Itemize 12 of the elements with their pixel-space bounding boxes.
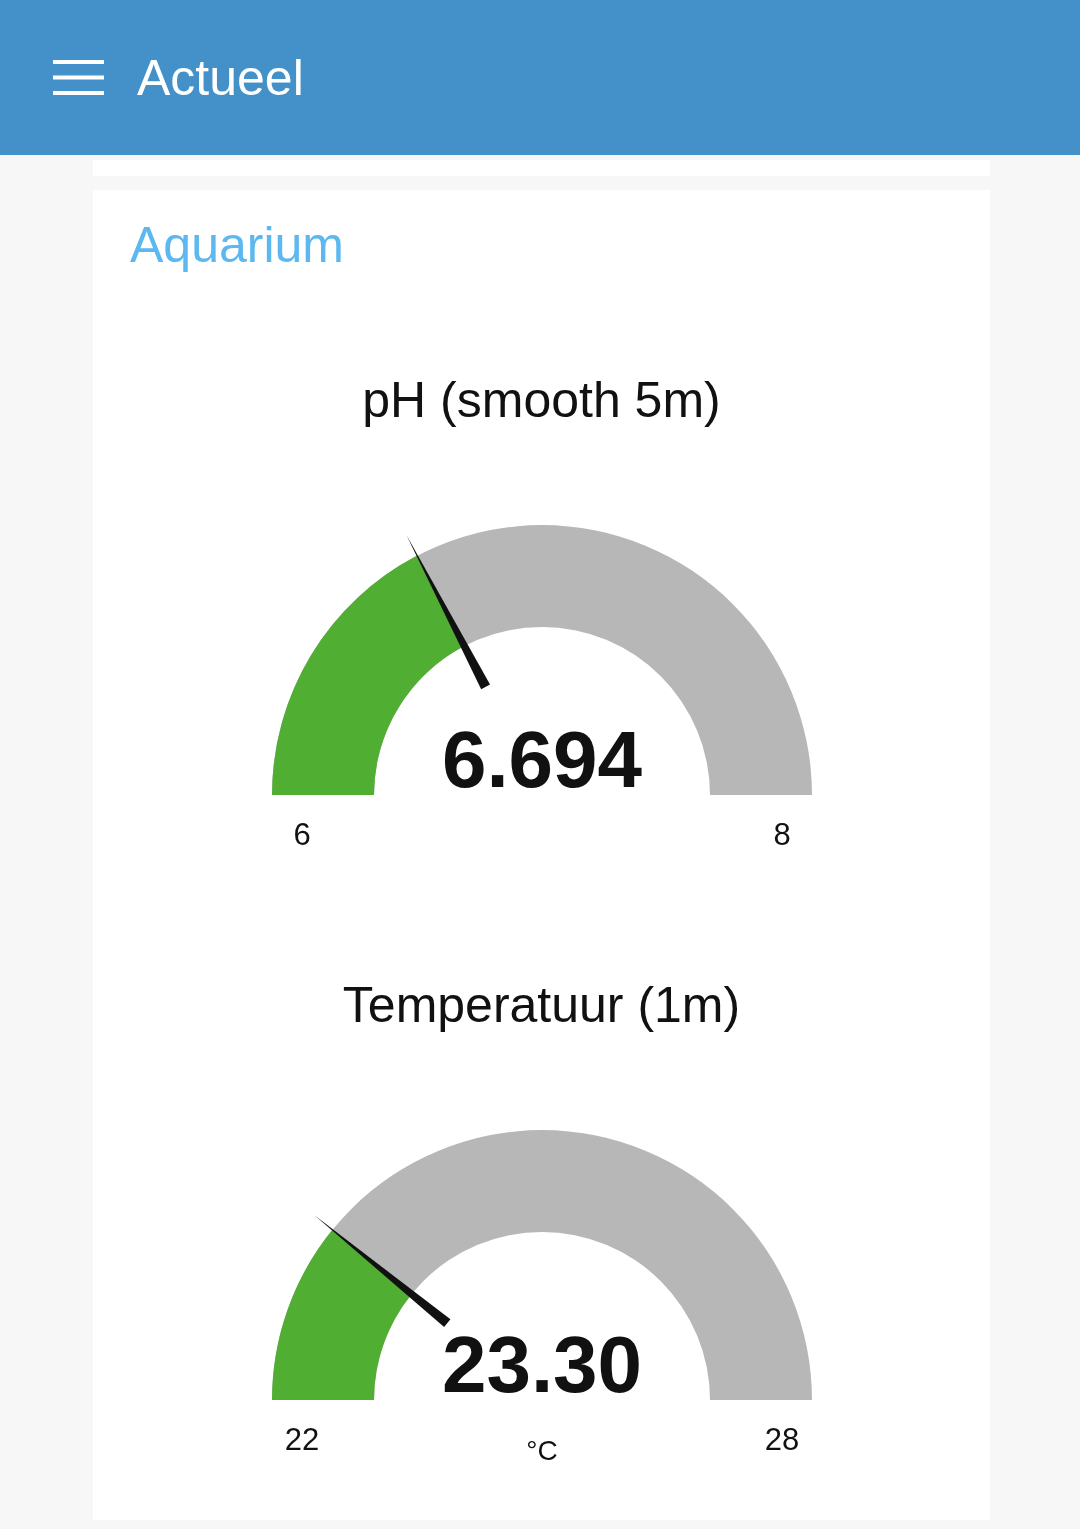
gauge-min-label: 22: [284, 1422, 319, 1457]
gauge-title: pH (smooth 5m): [362, 371, 721, 430]
menu-icon[interactable]: [53, 60, 104, 95]
gauge-title: Temperatuur (1m): [342, 976, 741, 1035]
gauge-value: 6.694: [441, 715, 642, 804]
gauge-value: 23.30: [441, 1320, 642, 1409]
gauge-max-label: 8: [772, 817, 791, 852]
gauge-min-label: 6: [292, 817, 311, 852]
gauge-unit: °C: [525, 1435, 558, 1466]
page-title: Actueel: [137, 48, 304, 107]
group-title: Aquarium: [130, 216, 345, 275]
gauge-max-label: 28: [764, 1422, 799, 1457]
